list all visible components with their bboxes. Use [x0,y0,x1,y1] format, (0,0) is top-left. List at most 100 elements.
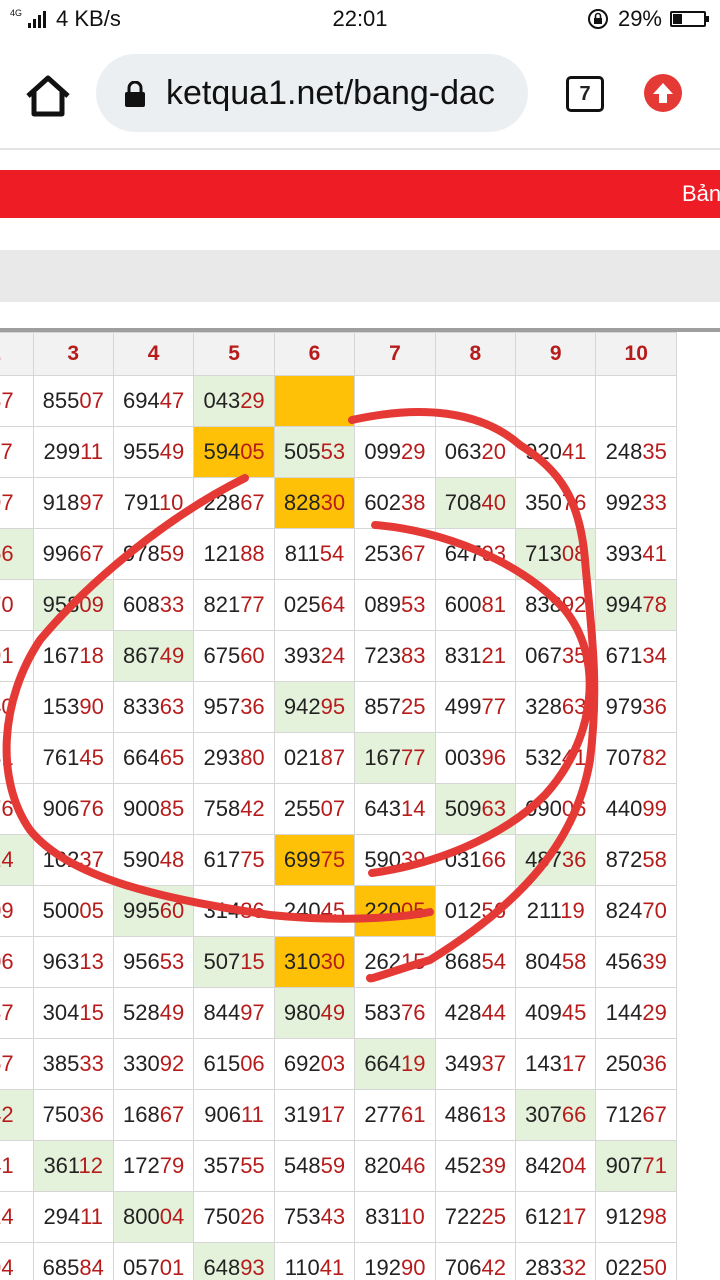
tab-switcher-button[interactable]: 7 [566,76,604,112]
result-cell: 16718 [32,630,114,682]
result-cell [434,375,517,427]
result-cell: 84497 [193,987,275,1039]
result-cell: 31486 [193,885,275,937]
result-digits-head: 692 [283,1051,321,1076]
status-bar: 4G 4 KB/s 22:01 29% [0,0,720,36]
address-bar[interactable]: ketqua1.net/bang-dac [96,54,528,132]
result-cell: 59039 [354,834,436,886]
result-digits-head: 294 [43,1204,81,1229]
result-digits-tail: 34 [642,643,667,668]
result-digits-tail: 36 [561,847,587,872]
result-cell: 54859 [273,1140,356,1192]
result-cell: 53241 [515,732,597,784]
column-header: 3 [32,332,114,376]
result-digits-head: 409 [525,1000,562,1025]
result-digits-tail: 85 [159,796,185,821]
result-digits-head: 021 [283,745,321,770]
result-digits-head: 211 [526,898,561,923]
result-digits-tail: 71 [642,1153,667,1178]
result-digits-tail: 65 [159,745,185,770]
result-cell: 30415 [32,987,114,1039]
home-icon[interactable] [22,70,74,122]
result-digits-tail: 29 [240,388,265,413]
table-row: 4427503616867906113191727761486133076671… [0,1089,677,1141]
result-cell: 757 [0,1038,34,1090]
result-cell: 117 [0,426,34,478]
result-cell: 58376 [354,987,436,1039]
result-digits-tail: 41 [319,1255,345,1280]
result-digits-tail: 24 [320,643,346,668]
result-digits-head: 706 [444,1255,482,1280]
result-digits-head: 110 [284,1255,320,1280]
result-digits-tail: 83 [401,643,426,668]
result-digits-tail: 58 [642,847,667,872]
result-cell: 25036 [595,1038,677,1090]
result-cell: 06320 [434,426,517,478]
result-cell: 29380 [193,732,275,784]
result-cell: 95549 [112,426,195,478]
result-digits-tail: 25 [401,694,426,719]
result-digits-tail: 60 [240,643,265,668]
result-cell: 02187 [273,732,356,784]
result-cell: 82046 [354,1140,436,1192]
result-cell: 22867 [193,477,275,529]
result-digits-tail: 870 [0,592,14,617]
result-digits-head: 031 [444,847,482,872]
result-cell: 52849 [112,987,195,1039]
result-cell: 90085 [112,783,195,835]
result-digits-head: 168 [123,1102,160,1127]
result-cell: 31030 [273,936,356,988]
result-digits-tail: 394 [0,1255,14,1280]
table-row: 7769067690085758422550764314509630900644… [0,783,677,835]
result-cell: 776 [0,783,34,835]
result-cell: 00396 [434,732,517,784]
result-digits-tail: 63 [561,694,587,719]
result-digits-tail: 67 [642,1102,667,1127]
result-cell: 99667 [32,528,114,580]
result-cell: 98049 [273,987,356,1039]
result-digits-tail: 58 [561,949,587,974]
result-cell: 90771 [595,1140,677,1192]
result-digits-head: 067 [525,643,562,668]
result-digits-tail: 50 [642,1255,667,1280]
result-digits-head: 307 [525,1102,562,1127]
result-digits-tail: 66 [481,847,506,872]
result-cell: 87258 [595,834,677,886]
result-cell: 35076 [515,477,597,529]
result-cell: 24835 [595,426,677,478]
result-digits-tail: 90 [401,1255,426,1280]
result-cell: 29911 [32,426,114,478]
result-digits-head: 600 [444,592,482,617]
result-cell: 32863 [515,681,597,733]
result-digits-tail: 80 [240,745,265,770]
result-digits-head: 958 [42,592,80,617]
result-cell: 05701 [112,1242,195,1280]
result-cell: 94295 [273,681,356,733]
result-digits-head: 912 [605,1204,643,1229]
result-cell: 27761 [354,1089,436,1141]
banner-title: Bản [682,181,720,206]
result-digits-head: 713 [525,541,562,566]
result-digits-tail: 35 [642,439,667,464]
result-cell: 106 [0,936,34,988]
result-cell [273,375,356,427]
result-digits-head: 349 [444,1051,482,1076]
result-cell: 60238 [354,477,436,529]
result-digits-head: 167 [364,745,402,770]
result-digits-tail: 60 [159,898,185,923]
result-digits-tail: 17 [320,1102,346,1127]
rotation-lock-icon [587,9,608,29]
table-row: 587855076944704329 [0,375,677,427]
result-cell: 02250 [595,1242,677,1280]
update-button[interactable] [644,74,682,112]
result-cell: 49977 [434,681,517,733]
result-cell: 22005 [354,885,436,937]
result-digits-tail: 33 [159,592,185,617]
result-cell: 85725 [354,681,436,733]
result-digits-head: 240 [283,898,321,923]
result-cell: 75026 [193,1191,275,1243]
battery-level [673,14,682,24]
result-digits-tail: 587 [0,388,14,413]
result-digits-head: 963 [42,949,80,974]
table-row: 7573853333092615066920366419349371431725… [0,1038,677,1090]
